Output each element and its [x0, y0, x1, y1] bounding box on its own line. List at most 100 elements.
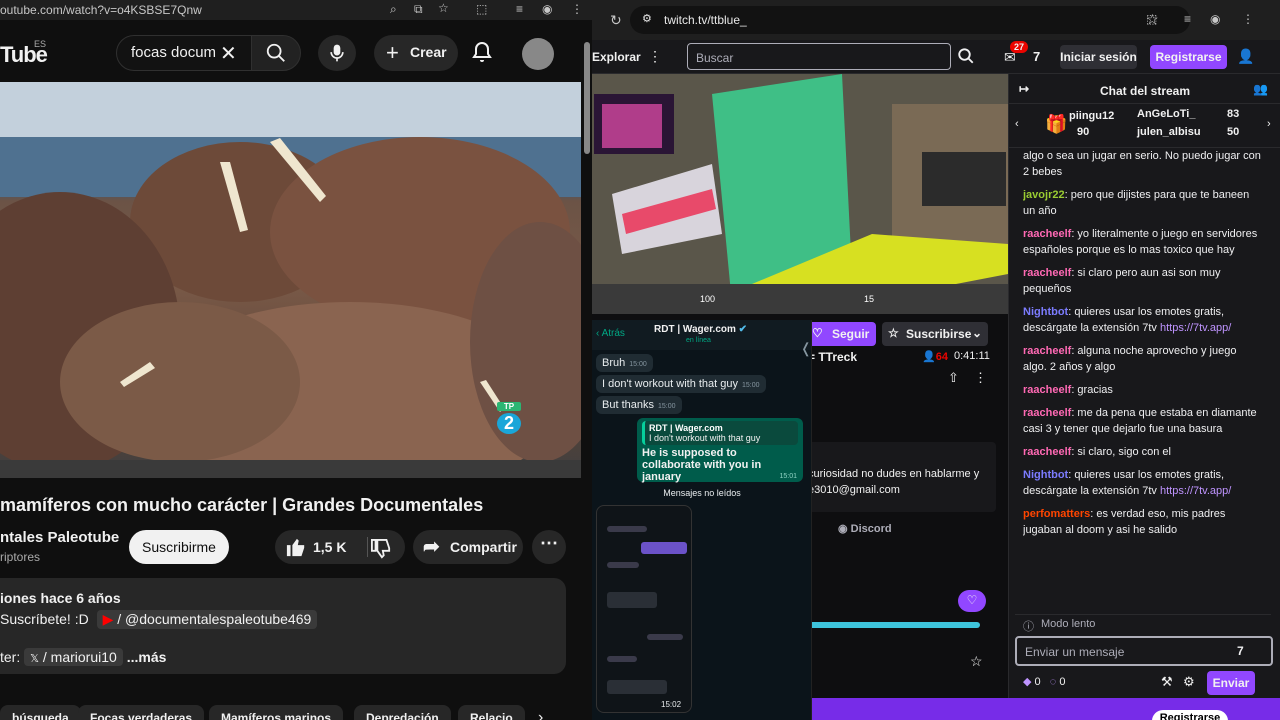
media-icon[interactable]: ≡	[516, 2, 523, 16]
chat-username[interactable]: Nightbot	[1023, 469, 1068, 481]
message-bubble: Bruh 15:00	[596, 354, 653, 372]
chat-header: ↦ Chat del stream 👥	[1009, 74, 1280, 104]
chip-related[interactable]: Relacio	[458, 705, 525, 720]
like-count[interactable]: 1,5 K	[313, 539, 346, 555]
seventv-emote-icon[interactable]: 7	[1237, 644, 1244, 658]
description-line: Suscríbete! :D ▶ / @documentalespaleotub…	[0, 610, 318, 629]
channel-points[interactable]: ◆ 0 ◌ 0	[1023, 675, 1065, 688]
back-button[interactable]: ‹ Atrás	[596, 328, 625, 339]
extensions-icon[interactable]: ⬚	[476, 2, 487, 16]
chat-username[interactable]: raacheelf	[1023, 345, 1071, 357]
chevron-left-icon[interactable]: ‹	[1015, 118, 1019, 130]
chip-search[interactable]: búsqueda	[0, 705, 81, 720]
chat-username[interactable]: raacheelf	[1023, 228, 1071, 240]
youtube-url[interactable]: outube.com/watch?v=o4KSBSE7Qnw	[0, 3, 202, 17]
thumbs-down-icon[interactable]	[370, 539, 392, 559]
subscribe-button[interactable]: Suscribirme	[129, 530, 229, 564]
chat-input[interactable]: Enviar un mensaje 7	[1015, 636, 1273, 666]
user-icon[interactable]: 👤	[1237, 48, 1254, 65]
chevron-right-icon[interactable]: ›	[1267, 118, 1271, 130]
more-options-icon[interactable]: ⋮	[974, 370, 987, 386]
chat-username[interactable]: raacheelf	[1023, 384, 1071, 396]
heart-reaction-button[interactable]: ♡	[958, 590, 986, 612]
show-more-link[interactable]: ...más	[127, 649, 167, 665]
more-options-icon[interactable]: ⋮	[648, 48, 662, 65]
seventv-icon[interactable]: 7	[1033, 49, 1040, 64]
explore-link[interactable]: Explorar	[592, 50, 641, 64]
chat-link[interactable]: https://7tv.app/	[1160, 485, 1231, 497]
install-icon[interactable]: ⧉	[414, 2, 423, 17]
chat-message: raacheelf: yo literalmente o juego en se…	[1023, 226, 1263, 258]
star-icon: ☆	[888, 326, 899, 340]
collapse-chat-icon[interactable]: ↦	[1019, 82, 1029, 96]
create-label: Crear	[410, 44, 447, 60]
chat-username[interactable]: raacheelf	[1023, 407, 1071, 419]
stream-video-player[interactable]: 100 15	[592, 74, 1008, 314]
chip-predation[interactable]: Depredación	[354, 705, 451, 720]
bookmark-star-icon[interactable]: ☆	[438, 1, 449, 15]
subscriber-count: riptores	[0, 550, 41, 564]
chat-message: raacheelf: me da pena que estaba en diam…	[1023, 405, 1263, 437]
chat-username[interactable]: perfomatters	[1023, 508, 1090, 520]
chip-marine-mammals[interactable]: Mamíferos marinos	[209, 705, 344, 720]
chat-link[interactable]: https://7tv.app/	[1160, 322, 1231, 334]
chat-username[interactable]: javojr22	[1023, 189, 1065, 201]
banner-register-button[interactable]: Registrarse	[1152, 710, 1228, 720]
follow-button[interactable]: ♡ Seguir	[808, 322, 876, 346]
site-info-icon[interactable]: ⚙	[642, 12, 652, 25]
viewer-icon: 👤	[922, 351, 936, 363]
register-button[interactable]: Registrarse	[1150, 45, 1227, 69]
reload-icon[interactable]: ↻	[610, 12, 622, 29]
users-icon[interactable]: 👥	[1253, 82, 1268, 96]
clear-search-icon[interactable]: ✕	[220, 41, 237, 66]
profile-icon[interactable]: ◉	[1210, 12, 1220, 26]
search-button[interactable]	[251, 35, 301, 71]
emote-tool-icon[interactable]: ⚒	[1161, 674, 1173, 690]
user-avatar[interactable]	[522, 38, 554, 70]
chip-true-seals[interactable]: Focas verdaderas	[78, 705, 205, 720]
like-divider	[367, 537, 368, 557]
contact-name[interactable]: RDT | Wager.com ✔	[654, 324, 747, 335]
scrollbar[interactable]	[584, 42, 590, 154]
channel-name[interactable]: ntales Paleotube	[0, 529, 119, 546]
collapse-panel-icon[interactable]: ❬	[800, 340, 811, 357]
youtube-address-bar[interactable]: outube.com/watch?v=o4KSBSE7Qnw ⌕ ⧉ ☆ ⬚ ≡…	[0, 0, 592, 20]
star-icon[interactable]: ☆	[970, 653, 983, 670]
thumbs-up-icon[interactable]	[285, 537, 307, 557]
x-profile-link[interactable]: 𝕏 / mariorui10	[24, 648, 123, 666]
twitch-url-box[interactable]: ⚙ twitch.tv/ttblue_ ☆	[630, 6, 1190, 34]
chat-username[interactable]: Nightbot	[1023, 306, 1068, 318]
kebab-menu-icon[interactable]: ⋮	[1242, 12, 1254, 26]
media-icon[interactable]: ≡	[1184, 12, 1191, 26]
chat-username[interactable]: raacheelf	[1023, 267, 1071, 279]
phone-screenshot-image[interactable]: 15:02	[596, 505, 692, 713]
more-actions-button[interactable]: ⋯	[532, 530, 566, 564]
gear-icon[interactable]: ⚙	[1183, 674, 1195, 690]
notifications-button[interactable]	[470, 40, 494, 64]
share-button[interactable]: ➦ Compartir	[413, 530, 523, 564]
twitch-search-button[interactable]	[954, 44, 978, 68]
about-panel: curiosidad no dudes en hablarme y e3010@…	[808, 442, 996, 512]
login-button[interactable]: Iniciar sesión	[1060, 45, 1137, 69]
profile-icon[interactable]: ◉	[542, 2, 552, 16]
chat-username[interactable]: raacheelf	[1023, 446, 1071, 458]
channel-handle-link[interactable]: ▶ / @documentalespaleotube469	[96, 610, 318, 629]
zoom-icon[interactable]: ⌕	[390, 2, 397, 17]
extensions-icon[interactable]: ⬚	[1146, 12, 1157, 26]
subscribe-button[interactable]: ☆ Suscribirse ⌄	[882, 322, 988, 346]
whatsapp-header: ‹ Atrás RDT | Wager.com ✔ en línea ❬	[592, 320, 811, 356]
streamer-name[interactable]: = TTreck	[808, 350, 857, 364]
share-icon[interactable]: ⇧	[948, 370, 959, 386]
chat-message: algo o sea un jugar en serio. No puedo j…	[1023, 148, 1263, 180]
video-player[interactable]: TP 2	[0, 82, 581, 478]
quoted-message[interactable]: RDT | Wager.com I don't workout with tha…	[642, 421, 798, 445]
twitch-search-input[interactable]: Buscar	[687, 43, 951, 70]
chevron-right-icon[interactable]: ›	[538, 709, 543, 720]
send-button[interactable]: Enviar	[1207, 671, 1255, 695]
kebab-menu-icon[interactable]: ⋮	[571, 2, 583, 16]
voice-search-button[interactable]	[318, 35, 356, 71]
description-box[interactable]: iones hace 6 años Suscríbete! :D ▶ / @do…	[0, 578, 566, 674]
discord-link[interactable]: ◉ Discord	[838, 522, 892, 535]
create-button[interactable]: + Crear	[374, 35, 458, 71]
progress-bar	[808, 622, 980, 628]
